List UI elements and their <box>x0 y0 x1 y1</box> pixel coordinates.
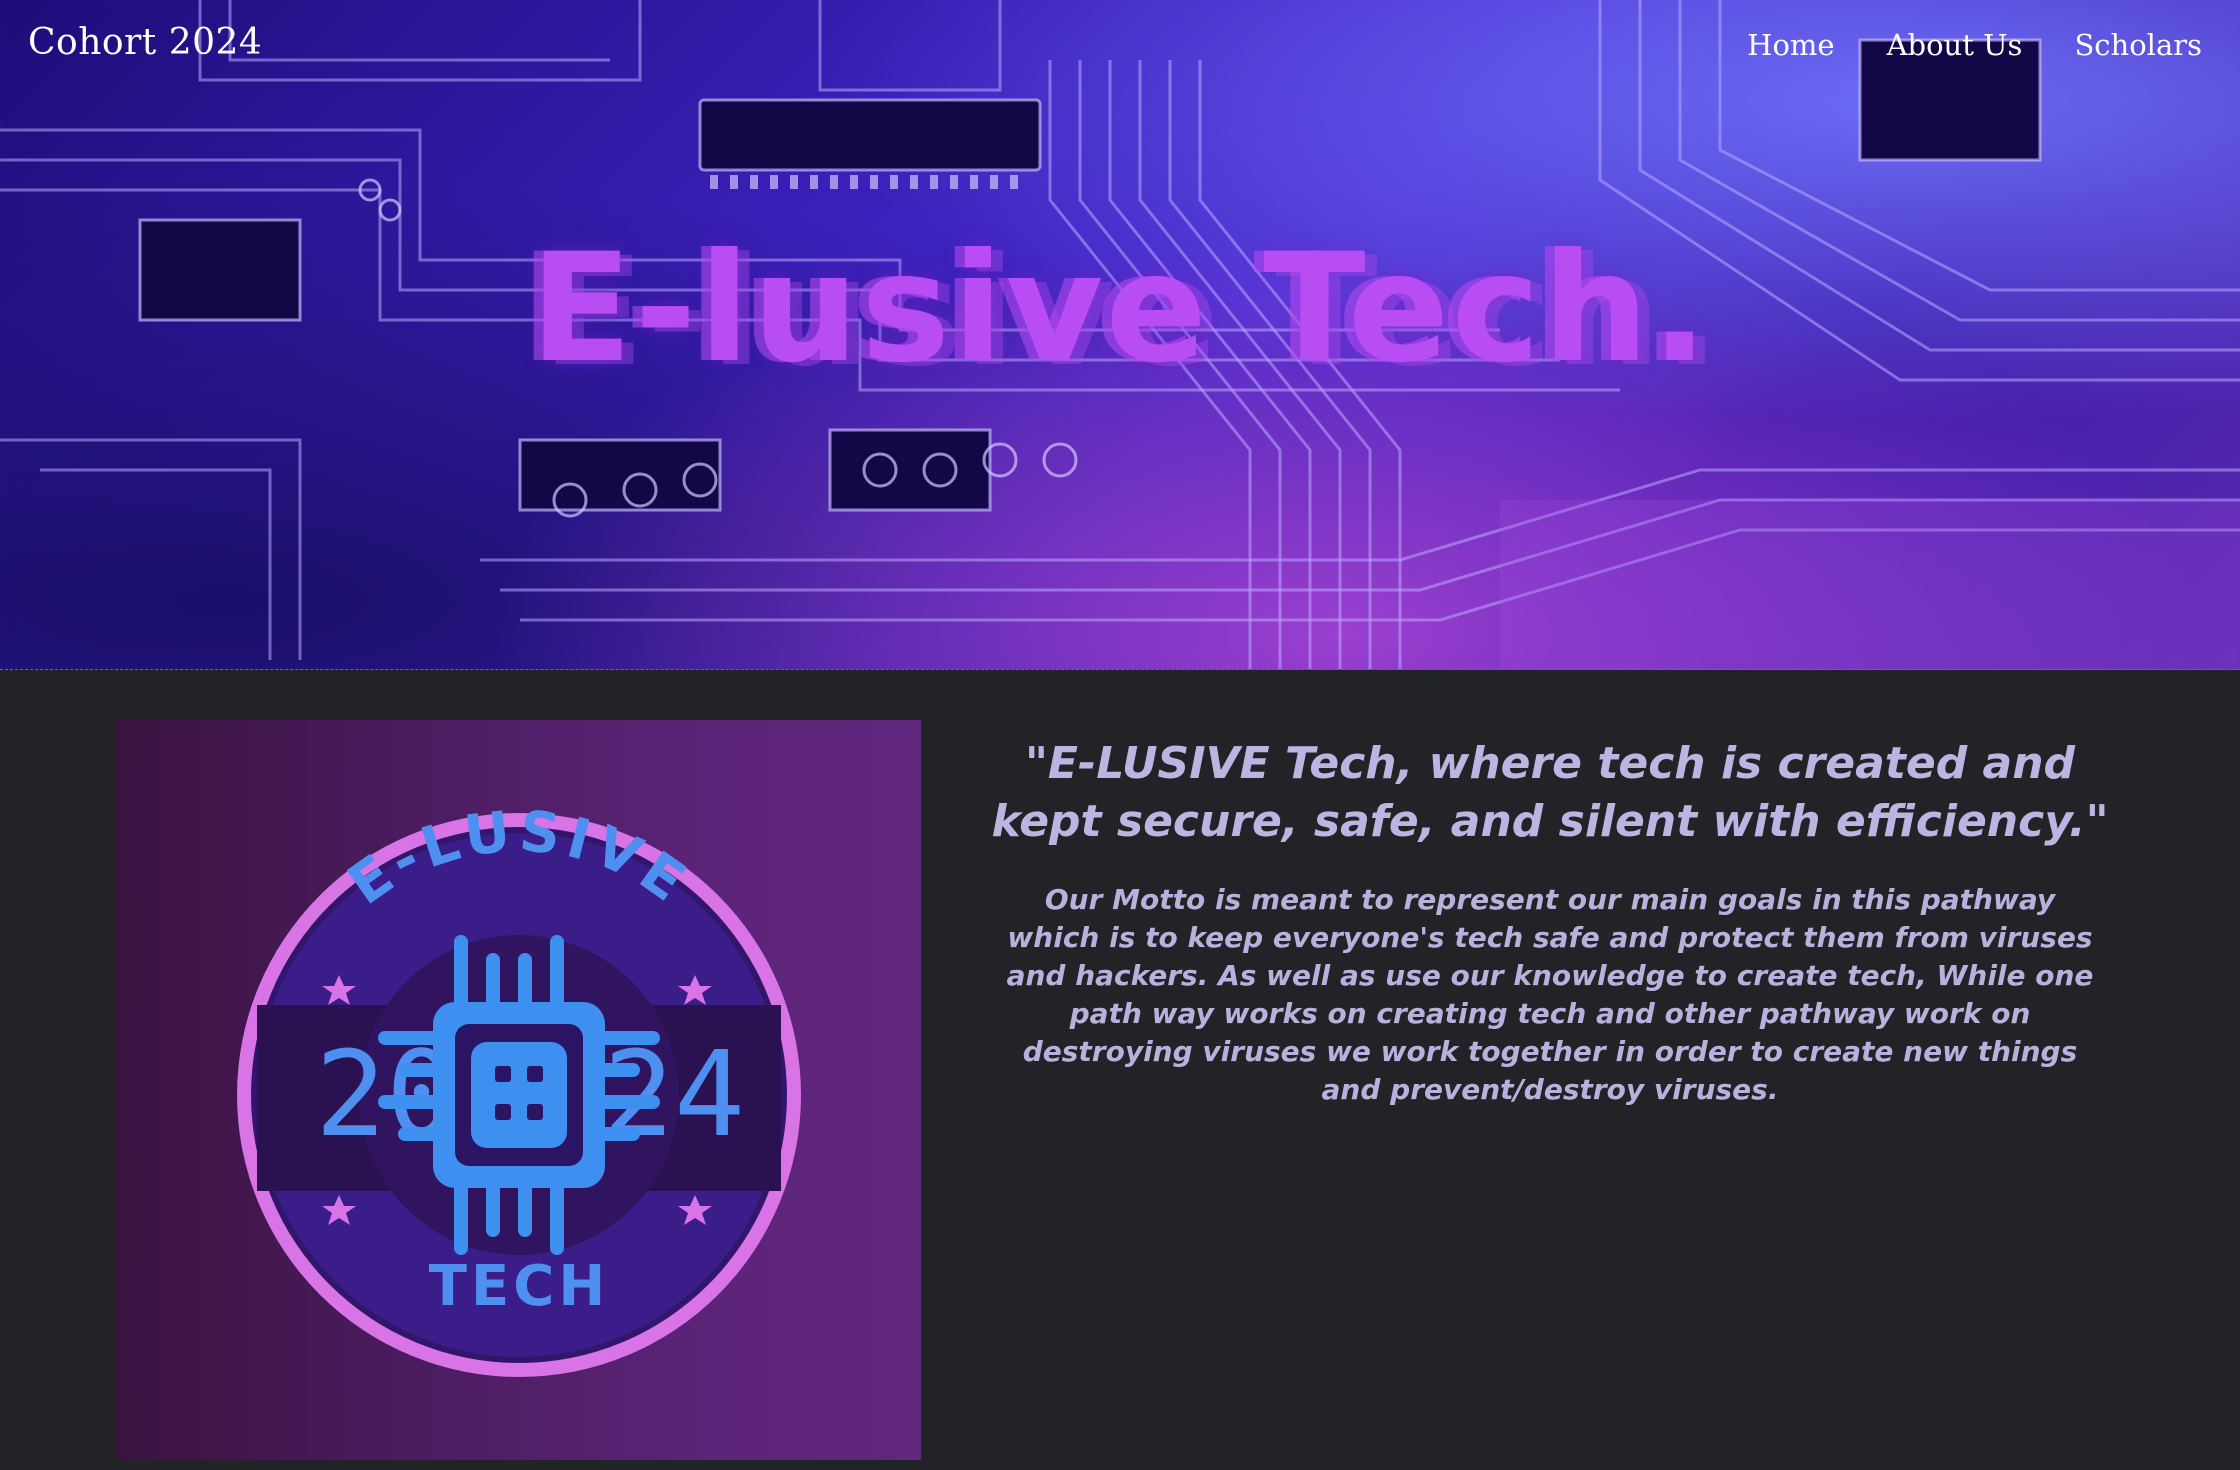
logo-bottom-text: TECH <box>429 1254 609 1319</box>
logo-panel: E-LUSIVE TECH 20 24 <box>115 720 921 1460</box>
nav-link-scholars[interactable]: Scholars <box>2074 28 2202 62</box>
motto-description: Our Motto is meant to represent our main… <box>1006 883 2094 1106</box>
hero-banner: Cohort 2024 Home About Us Scholars E-lus… <box>0 0 2240 670</box>
motto-section: "E-LUSIVE Tech, where tech is created an… <box>990 735 2110 1109</box>
nav-link-about-us[interactable]: About Us <box>1887 28 2023 62</box>
nav-link-home[interactable]: Home <box>1747 28 1834 62</box>
e-lusive-tech-logo: E-LUSIVE TECH 20 24 <box>237 799 801 1377</box>
main-nav: Home About Us Scholars <box>1747 28 2202 62</box>
logo-year-right: 24 <box>603 1025 745 1163</box>
motto-heading: "E-LUSIVE Tech, where tech is created an… <box>991 738 2109 847</box>
hero-title: E-lusive Tech. <box>529 222 1711 396</box>
brand-link[interactable]: Cohort 2024 <box>28 22 262 63</box>
